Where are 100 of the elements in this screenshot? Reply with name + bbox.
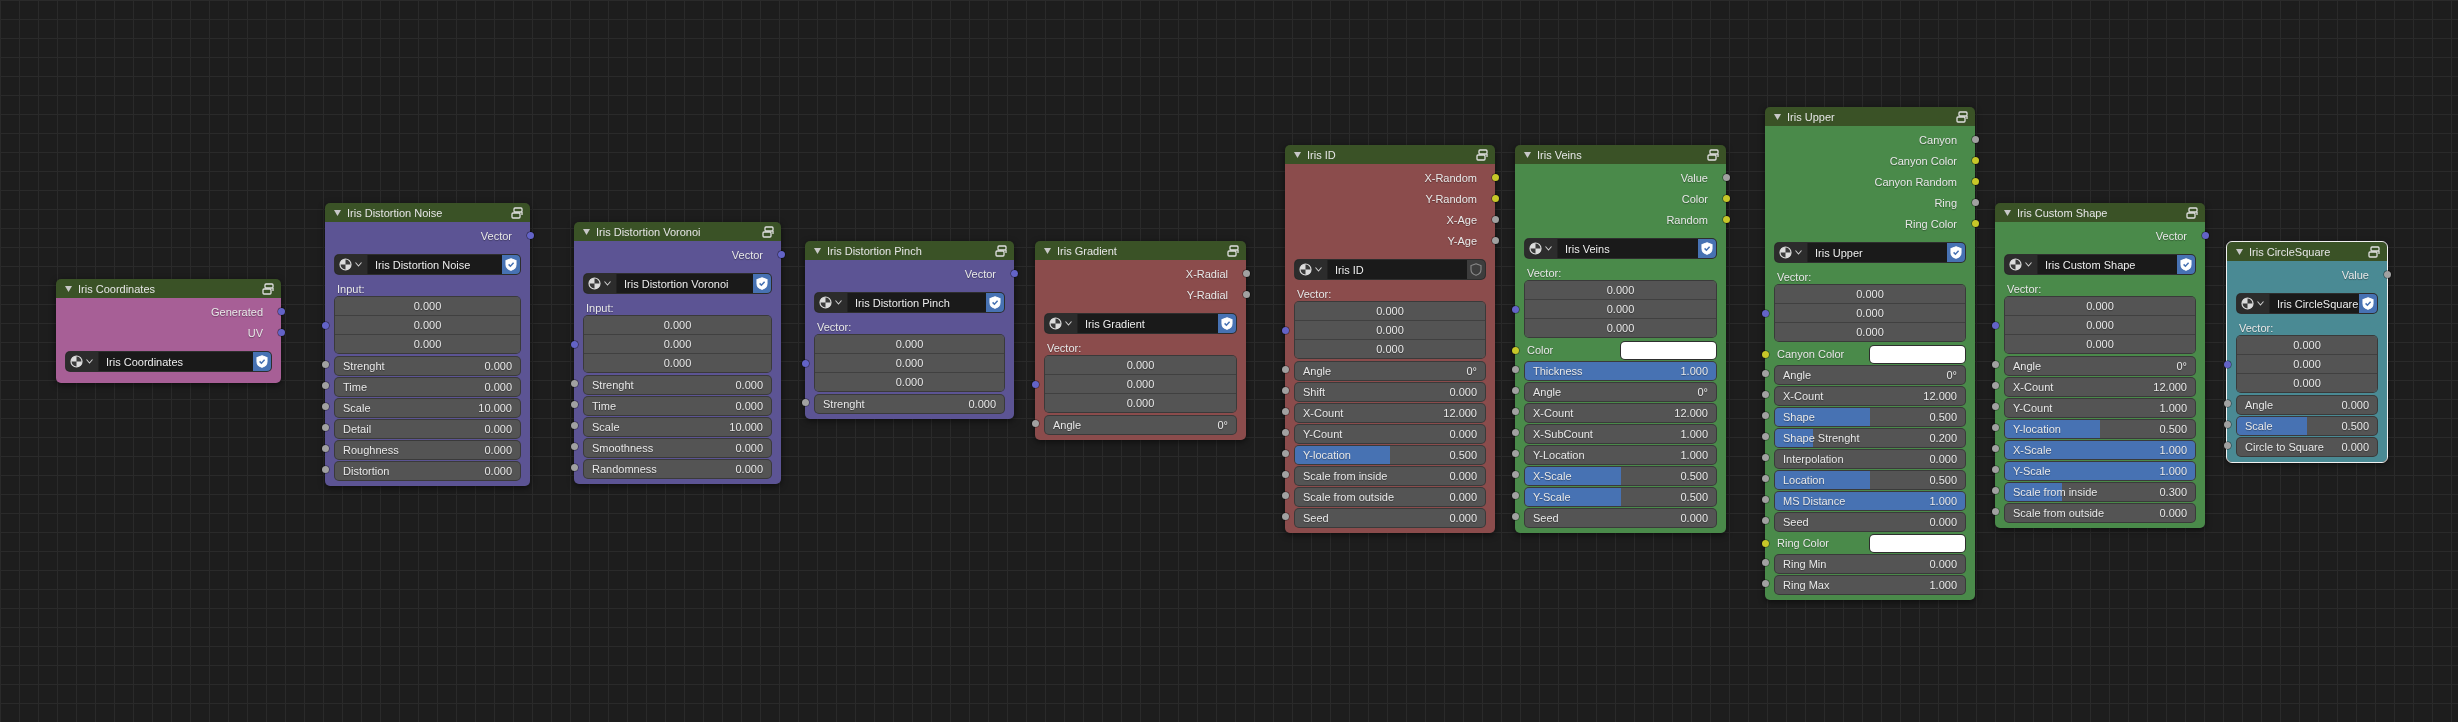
socket-icon[interactable] — [1761, 454, 1769, 461]
socket-icon[interactable] — [1761, 559, 1769, 566]
number-field[interactable]: 0.000 — [584, 316, 771, 334]
slider-field[interactable]: X-Scale 0.500 — [1525, 467, 1716, 485]
collapse-icon[interactable] — [1044, 247, 1051, 254]
number-field[interactable]: Strenght 0.000 — [584, 376, 771, 394]
number-field[interactable]: 0.000 — [2005, 315, 2195, 334]
node-group-icon[interactable] — [2368, 245, 2381, 258]
number-field[interactable]: Seed 0.000 — [1295, 509, 1485, 527]
socket-icon[interactable] — [321, 403, 329, 410]
number-field[interactable]: 0.000 — [2237, 373, 2377, 392]
browse-button[interactable] — [1525, 239, 1558, 258]
socket-icon[interactable] — [2223, 360, 2231, 368]
number-field[interactable]: 0.000 — [2237, 336, 2377, 354]
socket-icon[interactable] — [1242, 270, 1250, 277]
slider-field[interactable]: Shape 0.500 — [1775, 408, 1965, 426]
number-field[interactable]: Angle 0° — [2005, 357, 2195, 375]
socket-icon[interactable] — [1761, 433, 1769, 440]
number-field[interactable]: 0.000 — [1295, 302, 1485, 320]
socket-icon[interactable] — [321, 361, 329, 368]
socket-icon[interactable] — [321, 424, 329, 431]
socket-icon[interactable] — [1991, 487, 1999, 494]
number-field[interactable]: 0.000 — [815, 353, 1004, 372]
socket-icon[interactable] — [321, 382, 329, 389]
color-swatch[interactable] — [1870, 345, 1965, 363]
socket-icon[interactable] — [1242, 291, 1250, 298]
socket-icon[interactable] — [1991, 382, 1999, 389]
collapse-icon[interactable] — [1524, 151, 1531, 158]
number-field[interactable]: Time 0.000 — [335, 378, 520, 396]
socket-icon[interactable] — [1971, 220, 1979, 227]
socket-icon[interactable] — [1281, 513, 1289, 520]
browse-button[interactable] — [2237, 294, 2270, 313]
number-field[interactable]: 0.000 — [1045, 356, 1236, 374]
number-field[interactable]: Roughness 0.000 — [335, 441, 520, 459]
socket-icon[interactable] — [1281, 471, 1289, 478]
socket-icon[interactable] — [570, 443, 578, 450]
slider-field[interactable]: Y-Scale 1.000 — [2005, 462, 2195, 480]
number-field[interactable]: Circle to Square 0.000 — [2237, 438, 2377, 456]
fake-user-button[interactable] — [753, 274, 771, 293]
collapse-icon[interactable] — [65, 285, 72, 292]
node-group-icon[interactable] — [262, 282, 275, 295]
socket-icon[interactable] — [1511, 513, 1519, 520]
number-field[interactable]: 0.000 — [584, 334, 771, 353]
number-field[interactable]: Scale 10.000 — [335, 399, 520, 417]
number-field[interactable]: Interpolation 0.000 — [1775, 450, 1965, 468]
number-field[interactable]: Scale 10.000 — [584, 418, 771, 436]
browse-button[interactable] — [2005, 255, 2038, 274]
node-card[interactable]: Iris Distortion Voronoi Vector Iris Distortion Voronoi Input: 0.000 0.000 0.000 Strenght 0.000 Time 0.000 Scale 10.000 Smoothness 0.000 Randomness 0.000 — [574, 222, 781, 484]
socket-icon[interactable] — [1511, 366, 1519, 373]
node-group-icon[interactable] — [1476, 148, 1489, 161]
browse-button[interactable] — [584, 274, 617, 293]
socket-icon[interactable] — [1722, 174, 1730, 181]
fake-user-button[interactable] — [1467, 260, 1485, 279]
color-swatch[interactable] — [1870, 534, 1965, 552]
socket-icon[interactable] — [1491, 174, 1499, 181]
socket-icon[interactable] — [1491, 237, 1499, 244]
number-field[interactable]: Strenght 0.000 — [815, 395, 1004, 413]
number-field[interactable]: X-Count 12.000 — [1775, 387, 1965, 405]
socket-icon[interactable] — [1722, 195, 1730, 202]
socket-icon[interactable] — [1761, 370, 1769, 377]
node-card[interactable]: Iris Gradient X-Radial Y-Radial Iris Gradient Vector: 0.000 0.000 0.000 Angle 0° — [1035, 241, 1246, 440]
collapse-icon[interactable] — [2004, 209, 2011, 216]
number-field[interactable]: 0.000 — [815, 335, 1004, 353]
socket-icon[interactable] — [1761, 391, 1769, 398]
number-field[interactable]: 0.000 — [584, 353, 771, 372]
socket-icon[interactable] — [1971, 157, 1979, 164]
socket-icon[interactable] — [570, 380, 578, 387]
socket-icon[interactable] — [1281, 429, 1289, 436]
socket-icon[interactable] — [1491, 195, 1499, 202]
number-field[interactable]: 0.000 — [335, 334, 520, 353]
socket-icon[interactable] — [1991, 424, 1999, 431]
number-field[interactable]: X-Count 12.000 — [2005, 378, 2195, 396]
number-field[interactable]: Shift 0.000 — [1295, 383, 1485, 401]
fake-user-button[interactable] — [2177, 255, 2195, 274]
number-field[interactable]: 0.000 — [1295, 320, 1485, 339]
socket-icon[interactable] — [1511, 471, 1519, 478]
number-field[interactable]: 0.000 — [2005, 334, 2195, 353]
slider-field[interactable]: MS Distance 1.000 — [1775, 492, 1965, 510]
socket-icon[interactable] — [1511, 450, 1519, 457]
number-field[interactable]: 0.000 — [1045, 393, 1236, 412]
socket-icon[interactable] — [1761, 496, 1769, 503]
node-card[interactable]: Iris Distortion Noise Vector Iris Distortion Noise Input: 0.000 0.000 0.000 Strenght 0.000 Time 0.000 Scale 10.000 Detail 0.000 Roughness 0.000 Distortion 0.000 — [325, 203, 530, 486]
socket-icon[interactable] — [1761, 539, 1769, 547]
node-card[interactable]: Iris Distortion Pinch Vector Iris Distortion Pinch Vector: 0.000 0.000 0.000 Strenght 0.000 — [805, 241, 1014, 419]
socket-icon[interactable] — [1511, 429, 1519, 436]
socket-icon[interactable] — [1761, 580, 1769, 587]
number-field[interactable]: Seed 0.000 — [1775, 513, 1965, 531]
socket-icon[interactable] — [1511, 346, 1519, 354]
node-group-icon[interactable] — [995, 244, 1008, 257]
number-field[interactable]: 0.000 — [2005, 297, 2195, 315]
fake-user-button[interactable] — [2359, 294, 2377, 313]
slider-field[interactable]: X-Scale 1.000 — [2005, 441, 2195, 459]
socket-icon[interactable] — [1281, 387, 1289, 394]
number-field[interactable]: Time 0.000 — [584, 397, 771, 415]
number-field[interactable]: 0.000 — [1775, 322, 1965, 341]
browse-button[interactable] — [335, 255, 368, 274]
browse-button[interactable] — [66, 352, 99, 371]
node-card[interactable]: Iris CircleSquare Value Iris CircleSquare Vector: 0.000 0.000 0.000 Angle 0.000 Scale 0.500 Circle to Square 0.000 — [2227, 242, 2387, 462]
number-field[interactable]: Strenght 0.000 — [335, 357, 520, 375]
fake-user-button[interactable] — [253, 352, 271, 371]
